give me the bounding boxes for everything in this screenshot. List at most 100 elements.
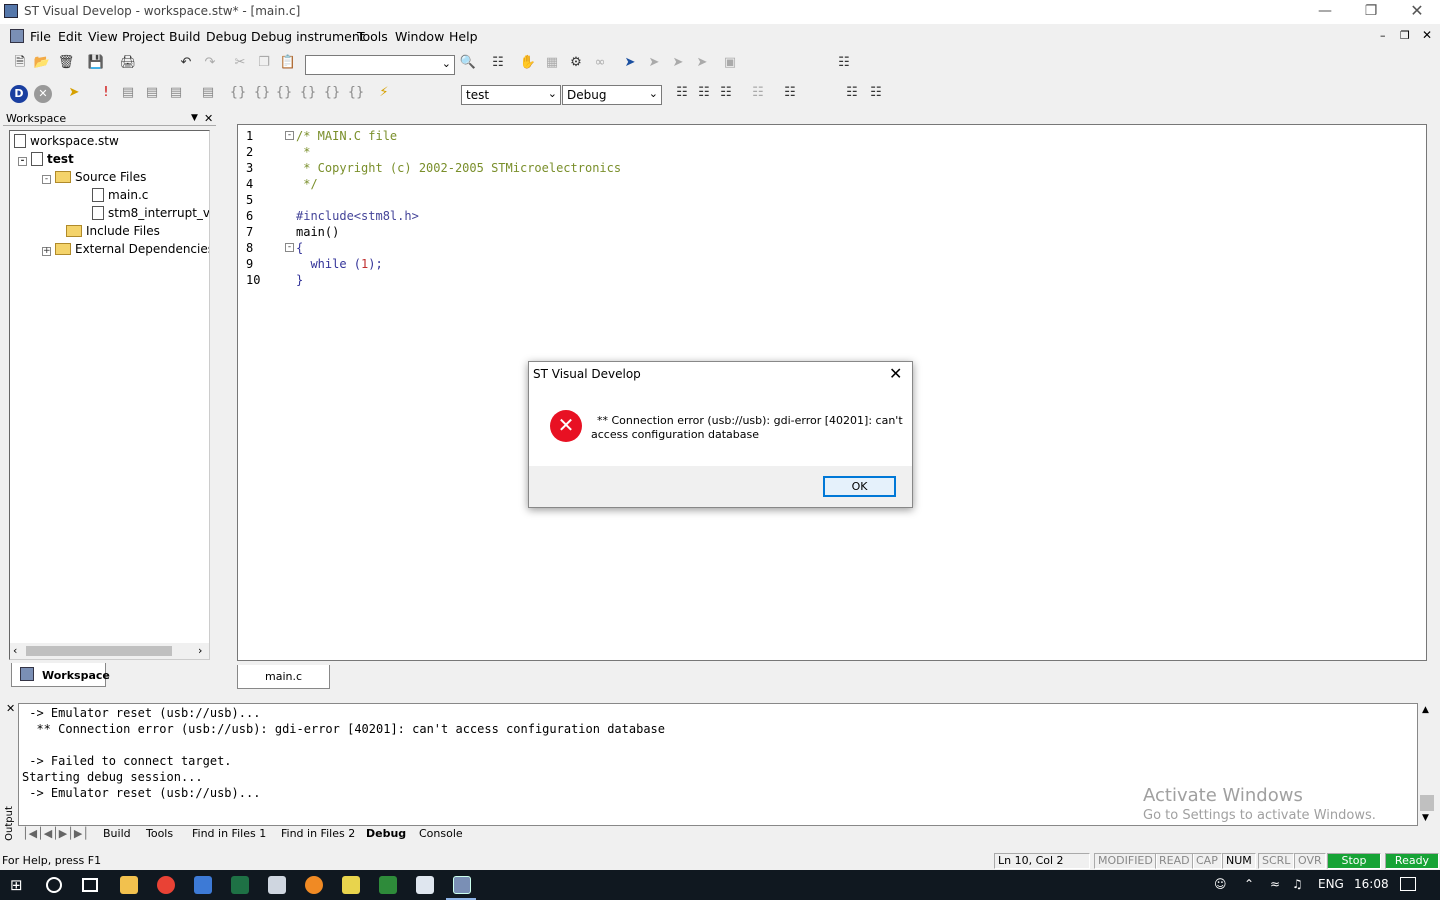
bookmark-icon[interactable]: ➤ bbox=[620, 53, 640, 73]
step-over-icon[interactable]: {} bbox=[252, 83, 272, 103]
menu-window[interactable]: Window bbox=[395, 29, 444, 44]
arrow-right-icon[interactable]: ➤ bbox=[64, 83, 84, 103]
chrome-icon[interactable] bbox=[157, 876, 175, 894]
stop-debug-icon[interactable]: ✕ bbox=[34, 85, 52, 103]
ok-button[interactable]: OK bbox=[823, 476, 896, 497]
toolbar-icon-c[interactable]: ⚙ bbox=[566, 53, 586, 73]
toolbar-icon-q[interactable]: ☷ bbox=[866, 83, 886, 103]
redo-icon[interactable]: ↷ bbox=[200, 53, 220, 73]
app-icon-2[interactable] bbox=[342, 876, 360, 894]
clear-bookmarks-icon[interactable]: ➤ bbox=[692, 53, 712, 73]
windows-start-icon[interactable]: ⊞ bbox=[10, 878, 26, 894]
document-app-icon[interactable] bbox=[194, 876, 212, 894]
menu-debug-instrument[interactable]: Debug instrument bbox=[251, 29, 365, 44]
menu-edit[interactable]: Edit bbox=[58, 29, 82, 44]
prev-bookmark-icon[interactable]: ➤ bbox=[668, 53, 688, 73]
menu-view[interactable]: View bbox=[88, 29, 118, 44]
fold-icon[interactable]: - bbox=[285, 243, 294, 252]
vertical-scrollbar[interactable]: ▲ ▼ bbox=[1418, 703, 1436, 826]
tree-item-workspace[interactable]: workspace.stw bbox=[14, 133, 119, 149]
app-icon-3[interactable] bbox=[379, 876, 397, 894]
hand-icon[interactable]: ✋ bbox=[518, 53, 538, 73]
search-icon[interactable] bbox=[46, 877, 62, 893]
close-button[interactable]: ✕ bbox=[1394, 0, 1440, 24]
menu-debug[interactable]: Debug bbox=[206, 29, 247, 44]
expand-icon[interactable]: + bbox=[42, 247, 51, 256]
notification-icon[interactable] bbox=[1400, 877, 1416, 891]
toolbar-icon-o[interactable]: ☷ bbox=[780, 83, 800, 103]
volume-muted-icon[interactable]: ♫ bbox=[1292, 877, 1303, 891]
close-icon[interactable]: ✕ bbox=[204, 112, 213, 125]
chevron-right-icon[interactable]: › bbox=[198, 644, 202, 657]
new-file-icon[interactable]: 🗎 bbox=[10, 53, 30, 73]
chevron-down-icon[interactable]: ▼ bbox=[191, 113, 198, 123]
debug-icon[interactable]: D bbox=[10, 85, 28, 103]
toolbar-icon-k[interactable]: ☷ bbox=[672, 83, 692, 103]
toolbar-icon-a[interactable]: ☷ bbox=[488, 53, 508, 73]
run-to-cursor-icon[interactable]: {} bbox=[298, 83, 318, 103]
tree-item-main-c[interactable]: main.c bbox=[92, 187, 148, 203]
menu-build[interactable]: Build bbox=[169, 29, 200, 44]
tab-build[interactable]: Build bbox=[103, 827, 131, 840]
scrollbar-thumb[interactable] bbox=[26, 646, 172, 656]
toolbar-icon-i[interactable]: {} bbox=[346, 83, 366, 103]
chevron-down-icon[interactable]: ▼ bbox=[1422, 813, 1429, 823]
compile-icon[interactable]: ▤ bbox=[118, 83, 138, 103]
chevron-up-icon[interactable]: ▲ bbox=[1422, 705, 1429, 715]
menu-tools[interactable]: Tools bbox=[357, 29, 388, 44]
menu-project[interactable]: Project bbox=[122, 29, 165, 44]
toolbar-icon-d[interactable]: ∞ bbox=[590, 53, 610, 73]
mdi-restore-button[interactable]: ❐ bbox=[1400, 29, 1410, 42]
tab-find-in-files-2[interactable]: Find in Files 2 bbox=[281, 827, 355, 840]
tab-tools[interactable]: Tools bbox=[146, 827, 173, 840]
toolbar-icon-j[interactable]: ⚡ bbox=[374, 83, 394, 103]
scrollbar-thumb[interactable] bbox=[1420, 795, 1434, 811]
horizontal-scrollbar[interactable]: ‹ › bbox=[10, 643, 209, 659]
save-icon[interactable]: 💾 bbox=[86, 53, 106, 73]
collapse-icon[interactable]: - bbox=[42, 175, 51, 184]
close-file-icon[interactable]: 🗑 bbox=[56, 53, 76, 73]
menu-file[interactable]: File bbox=[30, 29, 51, 44]
toolbar-icon-n[interactable]: ☷ bbox=[748, 83, 768, 103]
toolbar-icon-l[interactable]: ☷ bbox=[694, 83, 714, 103]
step-out-icon[interactable]: {} bbox=[274, 83, 294, 103]
file-explorer-icon[interactable] bbox=[120, 876, 138, 894]
find-combo[interactable]: ⌄ bbox=[305, 55, 455, 75]
exclamation-icon[interactable]: ! bbox=[96, 83, 116, 103]
undo-icon[interactable]: ↶ bbox=[176, 53, 196, 73]
cut-icon[interactable]: ✂ bbox=[230, 53, 250, 73]
clock[interactable]: 16:08 bbox=[1354, 877, 1389, 891]
toolbar-icon-b[interactable]: ▦ bbox=[542, 53, 562, 73]
tree-item-project[interactable]: - test bbox=[18, 151, 74, 167]
toolbar-icon-m[interactable]: ☷ bbox=[716, 83, 736, 103]
tab-nav-arrows[interactable]: │◀│◀│▶│▶│ bbox=[22, 827, 89, 840]
minimize-button[interactable]: — bbox=[1302, 0, 1348, 24]
tree-item-include-files[interactable]: Include Files bbox=[66, 223, 160, 239]
cube-app-icon[interactable] bbox=[268, 876, 286, 894]
next-bookmark-icon[interactable]: ➤ bbox=[644, 53, 664, 73]
people-icon[interactable]: ☺ bbox=[1214, 877, 1227, 891]
chevron-left-icon[interactable]: ‹ bbox=[13, 644, 17, 657]
toolbar-icon-g[interactable]: ▤ bbox=[198, 83, 218, 103]
excel-icon[interactable] bbox=[231, 876, 249, 894]
config-combo[interactable]: Debug ⌄ bbox=[562, 85, 662, 105]
build-icon[interactable]: ▤ bbox=[142, 83, 162, 103]
step-into-icon[interactable]: {} bbox=[228, 83, 248, 103]
tab-debug[interactable]: Debug bbox=[366, 827, 406, 840]
fold-icon[interactable]: - bbox=[285, 131, 294, 140]
wifi-icon[interactable]: ≈ bbox=[1270, 877, 1280, 891]
toolbar-icon-p[interactable]: ☷ bbox=[842, 83, 862, 103]
tab-workspace[interactable]: Workspace bbox=[11, 663, 110, 687]
tab-find-in-files-1[interactable]: Find in Files 1 bbox=[192, 827, 266, 840]
mdi-close-button[interactable]: ✕ bbox=[1422, 28, 1432, 42]
tab-main-c[interactable]: main.c bbox=[237, 665, 330, 689]
toolbar-icon-h[interactable]: {} bbox=[322, 83, 342, 103]
tab-console[interactable]: Console bbox=[419, 827, 463, 840]
paste-icon[interactable]: 📋 bbox=[278, 53, 298, 73]
language-indicator[interactable]: ENG bbox=[1318, 877, 1344, 891]
mdi-minimize-button[interactable]: – bbox=[1380, 29, 1386, 42]
chevron-up-icon[interactable]: ⌃ bbox=[1244, 877, 1254, 891]
search-app-icon[interactable] bbox=[305, 876, 323, 894]
open-folder-icon[interactable]: 📂 bbox=[32, 53, 52, 73]
tree-item-stm8-interrupt[interactable]: stm8_interrupt_vector.c bbox=[92, 205, 209, 221]
